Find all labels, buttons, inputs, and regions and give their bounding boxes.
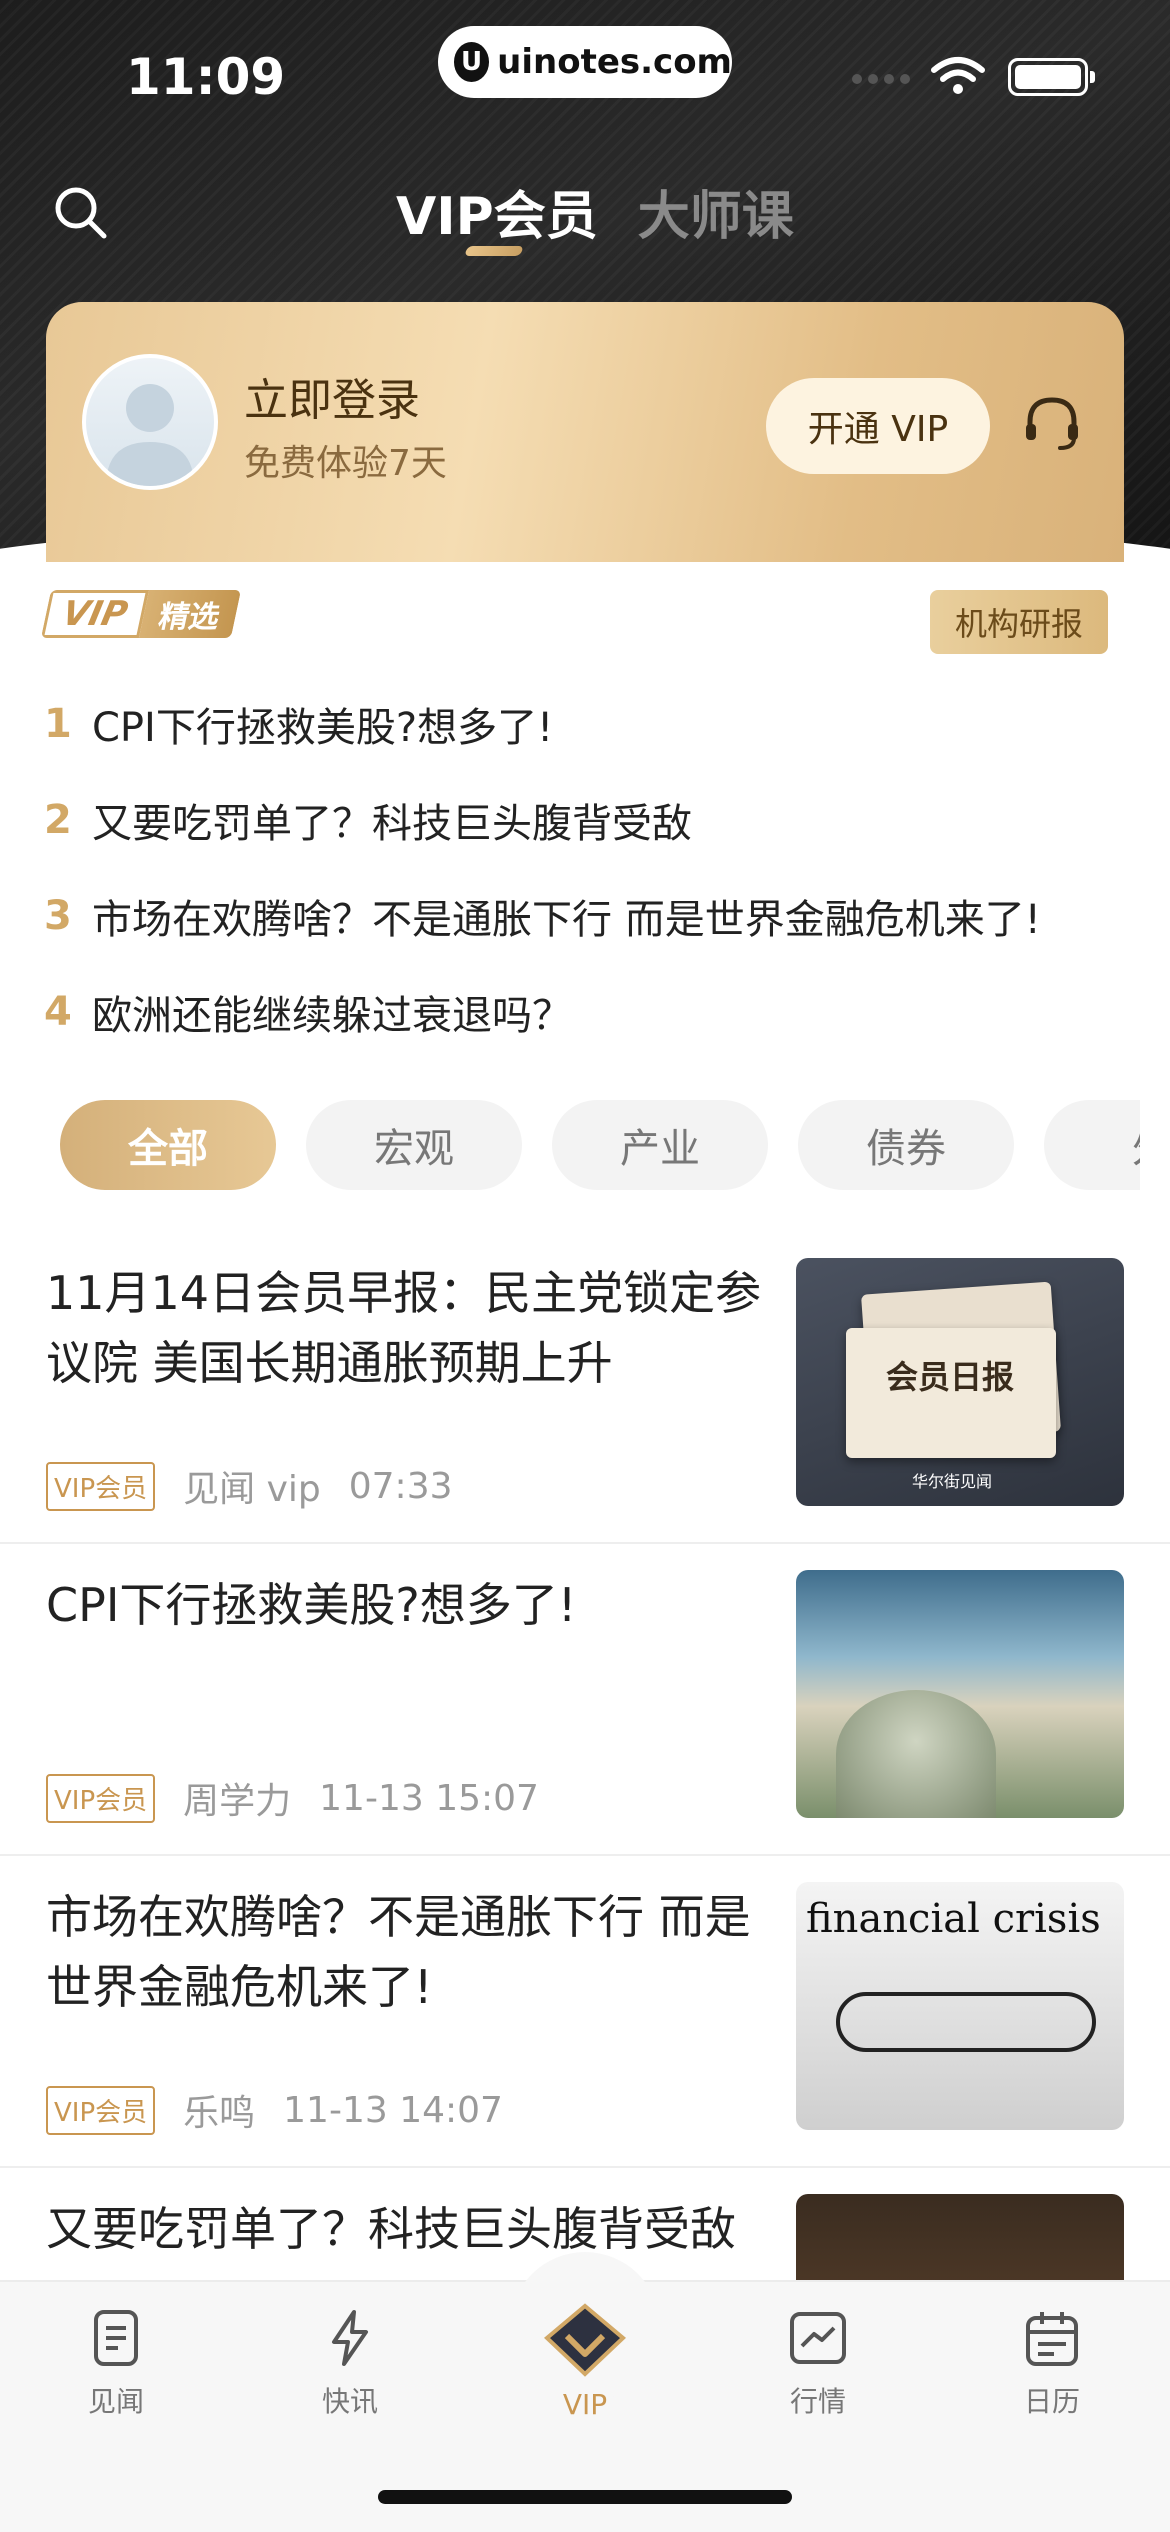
article-meta: VIP会员 周学力 11-13 15:07 (46, 1772, 539, 1824)
avatar[interactable] (82, 354, 218, 490)
url-pill: U uinotes.com (438, 26, 732, 98)
chart-icon (790, 2312, 846, 2364)
chip-macro[interactable]: 宏观 (306, 1100, 522, 1190)
vip-diamond-icon (543, 2303, 627, 2377)
article-title: 11月14日会员早报：民主党锁定参议院 美国长期通胀预期上升 (46, 1266, 762, 1390)
article-card[interactable]: CPI下行拯救美股?想多了! VIP会员 周学力 11-13 15:07 (0, 1544, 1170, 1856)
status-time: 11:09 (126, 48, 286, 106)
wifi-icon (931, 57, 985, 94)
nav-flash[interactable]: 快讯 (270, 2306, 430, 2420)
select-badge-text: 精选 (138, 590, 241, 638)
login-title[interactable]: 立即登录 (244, 364, 420, 428)
nav-label: 快讯 (321, 2385, 378, 2418)
chip-forex[interactable]: 外 (1044, 1100, 1140, 1190)
article-card[interactable]: 市场在欢腾啥？不是通胀下行 而是世界金融危机来了! VIP会员 乐鸣 11-13… (0, 1856, 1170, 2168)
pick-title: 欧洲还能继续躲过衰退吗？ (92, 993, 572, 1039)
vip-member-tag: VIP会员 (46, 1773, 156, 1823)
avatar-placeholder-icon (106, 384, 194, 486)
vip-select-badge: VIP 精选 (40, 590, 241, 638)
member-card: 立即登录 免费体验7天 开通 VIP (46, 302, 1124, 562)
nav-label: 日历 (1023, 2385, 1080, 2418)
thumbnail-title: 会员日报 (886, 1358, 1015, 1396)
article-time: 11-13 14:07 (283, 2089, 503, 2131)
top-tabs: VIP会员 大师课 (396, 174, 794, 249)
article-title: 又要吃罚单了？科技巨头腹背受敌 (46, 2202, 736, 2256)
chip-all[interactable]: 全部 (60, 1100, 276, 1190)
vip-badge-text: VIP (40, 590, 149, 638)
article-title: 市场在欢腾啥？不是通胀下行 而是世界金融危机来了! (46, 1890, 751, 2014)
nav-news[interactable]: 见闻 (36, 2306, 196, 2420)
pick-number: 3 (44, 893, 72, 939)
home-indicator[interactable] (378, 2490, 792, 2504)
pick-number: 2 (44, 797, 72, 843)
category-chips: 全部 宏观 产业 债券 外 (60, 1100, 1140, 1192)
article-title: CPI下行拯救美股?想多了! (46, 1578, 577, 1632)
pick-title: 又要吃罚单了？科技巨头腹背受敌 (92, 801, 692, 847)
article-thumbnail: financial crisis (796, 1882, 1124, 2130)
vip-pick-list: 1 CPI下行拯救美股?想多了! 2 又要吃罚单了？科技巨头腹背受敌 3 市场在… (44, 676, 1124, 1060)
chip-bonds[interactable]: 债券 (798, 1100, 1014, 1190)
tab-master-class[interactable]: 大师课 (638, 174, 794, 249)
glasses-image (836, 1992, 1096, 2052)
article-meta: VIP会员 见闻 vip 07:33 (46, 1460, 453, 1512)
article-author: 周学力 (183, 1781, 292, 1822)
article-author: 见闻 vip (183, 1469, 321, 1510)
vip-member-tag: VIP会员 (46, 1461, 156, 1511)
nav-calendar[interactable]: 日历 (972, 2306, 1132, 2420)
institution-research-button[interactable]: 机构研报 (930, 590, 1108, 654)
lightning-icon (332, 2310, 368, 2366)
pick-item[interactable]: 1 CPI下行拯救美股?想多了! (44, 676, 1124, 772)
calendar-icon (1026, 2312, 1078, 2366)
pick-number: 4 (44, 989, 72, 1035)
banknote-image (836, 1690, 996, 1818)
nav-label: 行情 (789, 2385, 846, 2418)
status-bar: 11:09 U uinotes.com (0, 0, 1170, 140)
url-text: uinotes.com (497, 42, 732, 82)
thumbnail-logo: 华尔街见闻 (912, 1472, 993, 1491)
open-vip-button[interactable]: 开通 VIP (766, 378, 990, 474)
pick-number: 1 (44, 701, 72, 747)
login-subtitle: 免费体验7天 (244, 443, 447, 484)
nav-vip[interactable]: VIP (505, 2302, 665, 2421)
thumbnail-headline: financial crisis (806, 1896, 1101, 1942)
search-icon[interactable] (52, 184, 108, 240)
article-card[interactable]: 11月14日会员早报：民主党锁定参议院 美国长期通胀预期上升 VIP会员 见闻 … (0, 1232, 1170, 1544)
nav-market[interactable]: 行情 (738, 2306, 898, 2420)
pick-item[interactable]: 2 又要吃罚单了？科技巨头腹背受敌 (44, 772, 1124, 868)
pick-title: 市场在欢腾啥？不是通胀下行 而是世界金融危机来了! (92, 897, 1041, 943)
article-thumbnail: 会员日报 华尔街见闻 (796, 1258, 1124, 1506)
vip-member-tag: VIP会员 (46, 2085, 156, 2135)
article-meta: VIP会员 乐鸣 11-13 14:07 (46, 2084, 503, 2136)
battery-icon (1008, 58, 1095, 96)
pick-item[interactable]: 4 欧洲还能继续躲过衰退吗？ (44, 964, 1124, 1060)
signal-icon (852, 74, 910, 84)
article-time: 11-13 15:07 (319, 1777, 539, 1819)
tab-underline (464, 246, 524, 256)
pick-title: CPI下行拯救美股?想多了! (92, 705, 554, 751)
article-thumbnail (796, 1570, 1124, 1818)
nav-label: 见闻 (87, 2385, 144, 2418)
headset-icon[interactable] (1020, 392, 1084, 456)
nav-label: VIP (562, 2388, 608, 2421)
document-icon (94, 2310, 138, 2366)
article-time: 07:33 (348, 1465, 453, 1507)
pick-item[interactable]: 3 市场在欢腾啥？不是通胀下行 而是世界金融危机来了! (44, 868, 1124, 964)
article-author: 乐鸣 (183, 2093, 256, 2134)
tab-vip[interactable]: VIP会员 (396, 174, 598, 249)
uinotes-logo-icon: U (454, 42, 490, 82)
chip-industry[interactable]: 产业 (552, 1100, 768, 1190)
